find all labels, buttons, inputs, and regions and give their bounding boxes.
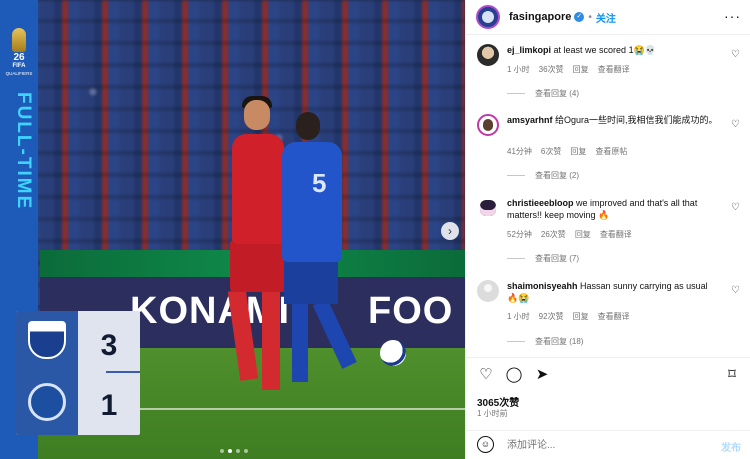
share-icon[interactable]: ➤ <box>533 366 551 384</box>
commenter-avatar[interactable] <box>477 197 499 219</box>
translate-button[interactable]: 查看翻译 <box>598 311 630 322</box>
fifa-qualifiers: QUALIFIERS <box>5 71 33 76</box>
comment-username[interactable]: ej_limkopi <box>507 45 551 55</box>
view-replies-label: 查看回复 (18) <box>535 337 584 346</box>
comment-body: ej_limkopi at least we scored 1😭💀 <box>507 44 719 56</box>
comment-body: shaimonisyeahh Hassan sunny carrying as … <box>507 280 719 304</box>
fifa-badge-number: 26 <box>13 52 25 63</box>
comment-time: 52分钟 <box>507 230 532 239</box>
comment-meta: 52分钟 26次赞 回复 查看翻译 <box>507 229 632 240</box>
post-header: fasingapore ✓ • 关注 ··· <box>466 0 750 34</box>
comment-meta: 1 小时 36次赞 回复 查看翻译 <box>507 64 630 75</box>
commenter-avatar[interactable] <box>477 44 499 66</box>
author-avatar[interactable] <box>476 5 500 29</box>
comment-username[interactable]: shaimonisyeahh <box>507 281 578 291</box>
carousel-dot-active <box>228 449 232 453</box>
reply-button[interactable]: 回复 <box>575 229 591 240</box>
instagram-post-view: KONAMI FOO 5 26 FIFA QUALIFIERS FULL-TIM… <box>0 0 750 459</box>
comment-username[interactable]: christieeebloop <box>507 198 574 208</box>
view-replies-button[interactable]: 查看回复 (7) <box>507 253 579 264</box>
score-divider <box>106 371 140 373</box>
comment-input[interactable] <box>507 438 697 452</box>
comment-meta: 1 小时 92次赞 回复 查看翻译 <box>507 311 630 322</box>
comment-likes[interactable]: 26次赞 <box>541 229 566 240</box>
reply-button[interactable]: 回复 <box>570 146 586 157</box>
comment: christieeebloop we improved and that's a… <box>477 197 741 267</box>
comment-body: christieeebloop we improved and that's a… <box>507 197 719 221</box>
likes-count[interactable]: 3065次赞 <box>477 394 519 409</box>
verified-badge-icon: ✓ <box>574 12 585 22</box>
comment-body: amsyarhnf 给Ogura一些时间,我相信我们能成功的。 <box>507 114 719 126</box>
fifa-word: FIFA <box>12 63 26 69</box>
reply-button[interactable]: 回复 <box>573 64 589 75</box>
view-replies-label: 查看回复 (7) <box>535 254 579 263</box>
more-options-icon[interactable]: ··· <box>724 8 741 24</box>
comment-composer: ☺ 发布 <box>477 436 741 456</box>
follow-button[interactable]: 关注 <box>596 10 616 25</box>
view-replies-label: 查看回复 (2) <box>535 171 579 180</box>
translate-button[interactable]: 查看翻译 <box>598 64 630 75</box>
comment-like-icon[interactable]: ♡ <box>731 50 741 60</box>
comment-time: 1 小时 <box>507 65 530 74</box>
comment: shaimonisyeahh Hassan sunny carrying as … <box>477 280 741 350</box>
author-username[interactable]: fasingapore <box>509 11 571 23</box>
comment-like-icon[interactable]: ♡ <box>731 286 741 296</box>
comment-username[interactable]: amsyarhnf <box>507 115 553 125</box>
player-blue-kit: 5 <box>278 112 357 412</box>
comments-panel: fasingapore ✓ • 关注 ··· ej_limkopi at lea… <box>465 0 750 459</box>
comment-likes[interactable]: 36次赞 <box>539 64 564 75</box>
reply-button[interactable]: 回复 <box>573 311 589 322</box>
view-replies-button[interactable]: 查看回复 (18) <box>507 336 583 347</box>
carousel-dots <box>220 449 248 453</box>
post-time: 1 小时前 <box>477 409 508 418</box>
team-crests <box>16 311 78 435</box>
comment-time: 1 小时 <box>507 312 530 321</box>
carousel-dot <box>244 449 248 453</box>
post-actions: ♡ ◯ ➤ ⌑ <box>477 366 741 384</box>
emoji-icon[interactable]: ☺ <box>477 436 494 453</box>
composer-divider <box>466 430 750 431</box>
home-score: 3 <box>100 329 118 362</box>
comment-text: at least we scored 1😭💀 <box>553 45 656 55</box>
post-photo[interactable]: KONAMI FOO 5 26 FIFA QUALIFIERS FULL-TIM… <box>0 0 465 459</box>
full-time-label: FULL-TIME <box>13 92 34 211</box>
actions-divider <box>466 357 750 358</box>
carousel-dot <box>236 449 240 453</box>
score-card: 3 1 <box>16 311 140 435</box>
comment-icon[interactable]: ◯ <box>505 366 523 384</box>
comment-like-icon[interactable]: ♡ <box>731 203 741 213</box>
comment-time: 41分钟 <box>507 147 532 156</box>
ad-board-text-right: FOO <box>368 290 454 332</box>
save-icon[interactable]: ⌑ <box>723 366 741 384</box>
comment-text: 给Ogura一些时间,我相信我们能成功的。 <box>555 115 718 125</box>
thailand-crest-icon <box>28 321 66 359</box>
carousel-dot <box>220 449 224 453</box>
comment-like-icon[interactable]: ♡ <box>731 120 741 130</box>
header-separator: • <box>588 11 592 23</box>
player-number: 5 <box>312 168 327 198</box>
header-divider <box>466 34 750 35</box>
carousel-next-button[interactable]: › <box>441 222 459 240</box>
view-replies-label: 查看回复 (4) <box>535 89 579 98</box>
commenter-avatar[interactable] <box>477 114 499 136</box>
commenter-avatar[interactable] <box>477 280 499 302</box>
comment: ej_limkopi at least we scored 1😭💀 1 小时 3… <box>477 44 741 102</box>
football <box>380 340 406 366</box>
singapore-crest-icon <box>28 383 66 421</box>
away-score: 1 <box>100 389 118 422</box>
post-comment-button[interactable]: 发布 <box>721 439 741 454</box>
comment-likes[interactable]: 6次赞 <box>541 146 561 157</box>
like-icon[interactable]: ♡ <box>477 366 495 384</box>
translate-button[interactable]: 查看原帖 <box>595 146 627 157</box>
comment-likes[interactable]: 92次赞 <box>539 311 564 322</box>
comment: amsyarhnf 给Ogura一些时间,我相信我们能成功的。 41分钟 6次赞… <box>477 114 741 184</box>
view-replies-button[interactable]: 查看回复 (4) <box>507 88 579 99</box>
view-replies-button[interactable]: 查看回复 (2) <box>507 170 579 181</box>
comment-meta: 41分钟 6次赞 回复 查看原帖 <box>507 146 627 157</box>
translate-button[interactable]: 查看翻译 <box>600 229 632 240</box>
